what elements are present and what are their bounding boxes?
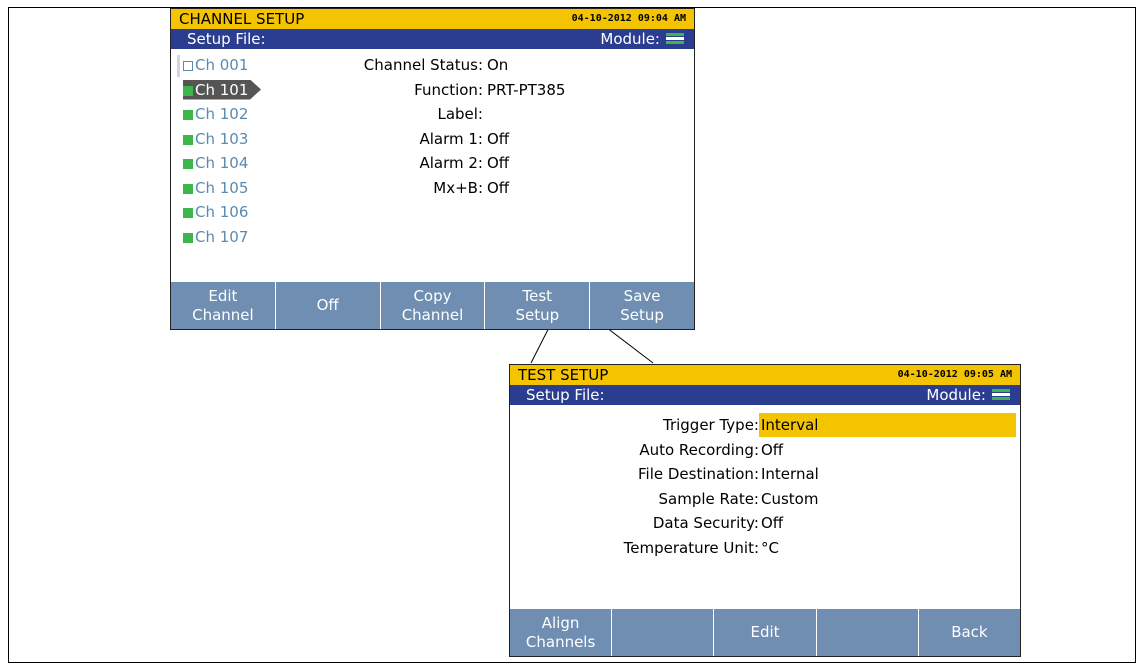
screen-title: CHANNEL SETUP [179,10,305,28]
setup-file-bar: Setup File: Module: [171,29,694,49]
title-bar: TEST SETUP 04-10-2012 09:05 AM [510,365,1020,385]
softkey-blank-4[interactable] [815,609,918,656]
channel-enabled-icon [183,208,193,218]
timestamp: 04-10-2012 09:05 AM [897,369,1012,380]
field-label[interactable]: Label: [171,102,483,127]
field-data-security[interactable]: Data Security: Off [510,511,783,536]
setup-file-bar: Setup File: Module: [510,385,1020,405]
channel-enabled-icon [183,232,193,243]
field-auto-recording[interactable]: Auto Recording: Off [510,438,783,463]
channel-item[interactable]: Ch 106 [183,200,303,225]
test-setup-button[interactable]: Test Setup [484,282,590,329]
field-alarm-2[interactable]: Alarm 2: Off [171,151,509,176]
softkey-bar: Edit Channel Off Copy Channel Test Setup… [171,282,694,329]
field-file-destination[interactable]: File Destination: Internal [510,462,819,487]
softkey-bar: Align Channels Edit Back [510,609,1020,656]
save-setup-button[interactable]: Save Setup [589,282,694,329]
edit-button[interactable]: Edit [713,609,816,656]
align-channels-button[interactable]: Align Channels [510,609,612,656]
test-fields: Trigger Type: Interval Auto Recording: O… [510,413,1016,561]
selected-value-highlight[interactable]: Interval [759,413,1016,437]
field-function[interactable]: Function: PRT-PT385 [171,78,565,103]
softkey-blank-2[interactable] [611,609,714,656]
setup-file-label: Setup File: [187,30,266,48]
title-bar: CHANNEL SETUP 04-10-2012 09:04 AM [171,9,694,29]
channel-setup-screen: CHANNEL SETUP 04-10-2012 09:04 AM Setup … [170,8,695,330]
timestamp: 04-10-2012 09:04 AM [571,13,686,24]
off-button[interactable]: Off [274,282,380,329]
copy-channel-button[interactable]: Copy Channel [379,282,485,329]
module-icon [992,389,1010,401]
field-temperature-unit[interactable]: Temperature Unit: °C [510,536,779,561]
module-label: Module: [926,386,986,404]
module-icon [666,33,684,45]
screen-title: TEST SETUP [518,366,609,384]
channel-fields: Channel Status: On Function: PRT-PT385 L… [171,53,566,201]
edit-channel-button[interactable]: Edit Channel [171,282,275,329]
setup-file-label: Setup File: [526,386,605,404]
field-alarm-1[interactable]: Alarm 1: Off [171,127,509,152]
test-setup-screen: TEST SETUP 04-10-2012 09:05 AM Setup Fil… [509,364,1021,657]
field-sample-rate[interactable]: Sample Rate: Custom [510,487,819,512]
field-channel-status[interactable]: Channel Status: On [171,53,509,78]
back-button[interactable]: Back [917,609,1020,656]
channel-item[interactable]: Ch 107 [183,225,303,250]
module-label: Module: [600,30,660,48]
field-mx-b[interactable]: Mx+B: Off [171,176,509,201]
field-trigger-type[interactable]: Trigger Type: Interval [510,413,1016,438]
